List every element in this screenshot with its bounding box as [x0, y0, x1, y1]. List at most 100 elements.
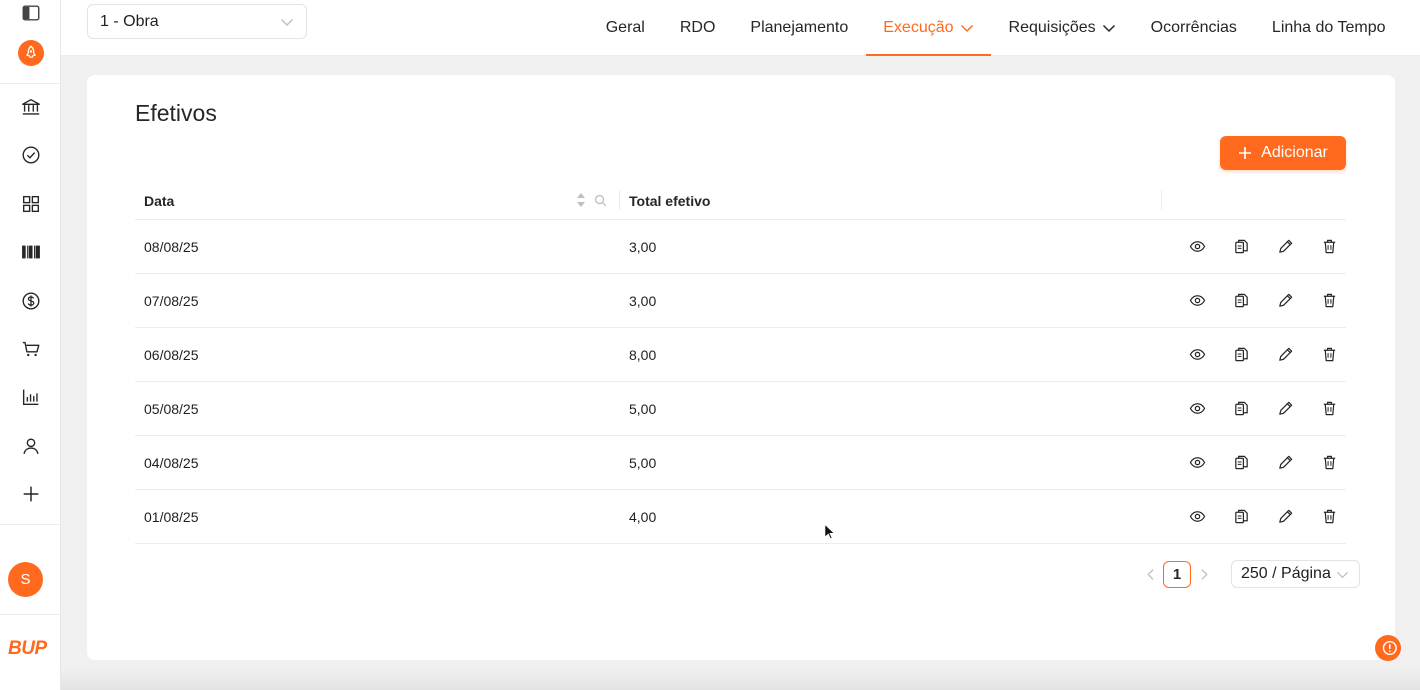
table-body: 08/08/25 3,00 07/08/25 3,00 06/08/25 8,00 05/0… — [135, 220, 1346, 544]
delete-button[interactable] — [1307, 232, 1351, 262]
column-header-total[interactable]: Total efetivo — [629, 181, 710, 220]
sidebar-item-stock[interactable] — [0, 232, 61, 272]
cell-total: 5,00 — [629, 400, 657, 417]
copy-icon — [1234, 347, 1248, 362]
nav-tab-ocorrencias[interactable]: Ocorrências — [1133, 0, 1254, 56]
nav-tab-linha-do-tempo[interactable]: Linha do Tempo — [1254, 0, 1403, 56]
delete-button[interactable] — [1307, 394, 1351, 424]
duplicate-button[interactable] — [1219, 394, 1263, 424]
edit-button[interactable] — [1263, 232, 1307, 262]
delete-button[interactable] — [1307, 340, 1351, 370]
barcode-icon — [21, 245, 40, 259]
table-row: 06/08/25 8,00 — [135, 328, 1346, 382]
edit-button[interactable] — [1263, 502, 1307, 532]
nav-tab-requisicoes[interactable]: Requisições — [991, 0, 1133, 56]
sidebar-item-purchases[interactable] — [0, 329, 61, 369]
duplicate-button[interactable] — [1219, 286, 1263, 316]
content-card: Efetivos Adicionar Data Total efetivo 08… — [87, 75, 1395, 660]
edit-icon — [1278, 239, 1292, 253]
view-button[interactable] — [1175, 340, 1219, 370]
cell-date: 06/08/25 — [144, 346, 199, 363]
column-tools — [576, 191, 607, 212]
view-button[interactable] — [1175, 286, 1219, 316]
page-1-button[interactable]: 1 — [1163, 560, 1191, 588]
toggle-sidebar-button[interactable] — [0, 0, 61, 26]
sort-icon[interactable] — [576, 191, 586, 212]
view-button[interactable] — [1175, 448, 1219, 478]
sidebar-item-bank[interactable] — [0, 87, 61, 127]
copy-icon — [1234, 401, 1248, 416]
cell-total: 8,00 — [629, 346, 657, 363]
project-select[interactable]: 1 - Obra — [87, 4, 307, 39]
help-alert-button[interactable] — [1375, 635, 1401, 661]
delete-button[interactable] — [1307, 448, 1351, 478]
duplicate-button[interactable] — [1219, 232, 1263, 262]
prev-page-button[interactable] — [1138, 560, 1162, 588]
delete-button[interactable] — [1307, 286, 1351, 316]
nav-tab-planejamento[interactable]: Planejamento — [733, 0, 866, 56]
sidebar: S BUP — [0, 0, 61, 690]
sidebar-item-finance[interactable] — [0, 281, 61, 321]
row-actions — [1175, 274, 1351, 327]
eye-icon — [1189, 457, 1205, 468]
nav-tab-execucao[interactable]: Execução — [865, 0, 992, 56]
search-icon[interactable] — [594, 194, 607, 210]
duplicate-button[interactable] — [1219, 448, 1263, 478]
sidebar-item-users[interactable] — [0, 426, 61, 466]
user-avatar[interactable]: S — [8, 562, 43, 597]
nav-tab-label: Ocorrências — [1150, 19, 1237, 36]
sidebar-toggle-icon — [22, 5, 39, 21]
dollar-circle-icon — [22, 292, 39, 310]
next-page-button[interactable] — [1192, 560, 1216, 588]
view-button[interactable] — [1175, 394, 1219, 424]
delete-button[interactable] — [1307, 502, 1351, 532]
edit-button[interactable] — [1263, 340, 1307, 370]
copy-icon — [1234, 293, 1248, 308]
page-size-select[interactable]: 250 / Página — [1231, 560, 1360, 588]
row-actions — [1175, 436, 1351, 489]
cell-date: 04/08/25 — [144, 454, 199, 471]
delete-icon — [1323, 509, 1335, 524]
main-nav: Geral RDO Planejamento Execução Requisições O… — [588, 0, 1403, 56]
brand-logo: BUP — [8, 638, 47, 659]
nav-tab-label: Geral — [605, 19, 645, 36]
edit-button[interactable] — [1263, 448, 1307, 478]
sidebar-item-tasks[interactable] — [0, 135, 61, 175]
sidebar-item-apps[interactable] — [0, 184, 61, 224]
sidebar-item-reports[interactable] — [0, 377, 61, 417]
nav-tab-label: Execução — [883, 19, 954, 36]
app-logo-button[interactable] — [0, 33, 61, 73]
row-actions — [1175, 382, 1351, 435]
nav-tab-rdo[interactable]: RDO — [662, 0, 733, 56]
delete-icon — [1323, 293, 1335, 308]
chevron-right-icon — [1200, 568, 1208, 580]
rocket-icon — [17, 40, 44, 66]
view-button[interactable] — [1175, 502, 1219, 532]
edit-icon — [1278, 347, 1292, 361]
view-button[interactable] — [1175, 232, 1219, 262]
edit-button[interactable] — [1263, 286, 1307, 316]
delete-icon — [1323, 239, 1335, 254]
column-header-data[interactable]: Data — [144, 181, 174, 220]
duplicate-button[interactable] — [1219, 502, 1263, 532]
bottom-strip — [61, 668, 1420, 690]
edit-icon — [1278, 401, 1292, 415]
cart-icon — [22, 341, 39, 357]
mouse-cursor-icon — [824, 523, 836, 546]
sidebar-item-add[interactable] — [0, 474, 61, 514]
table-row: 04/08/25 5,00 — [135, 436, 1346, 490]
add-button-label: Adicionar — [1261, 144, 1328, 161]
table-row: 01/08/25 4,00 — [135, 490, 1346, 544]
plus-icon — [1239, 147, 1252, 159]
cell-total: 4,00 — [629, 508, 657, 525]
nav-tab-geral[interactable]: Geral — [588, 0, 662, 56]
cell-total: 3,00 — [629, 292, 657, 309]
edit-button[interactable] — [1263, 394, 1307, 424]
cell-total: 3,00 — [629, 238, 657, 255]
row-actions — [1175, 328, 1351, 381]
duplicate-button[interactable] — [1219, 340, 1263, 370]
row-actions — [1175, 490, 1351, 543]
plus-icon — [23, 486, 38, 502]
nav-tab-label: RDO — [679, 19, 716, 36]
add-button[interactable]: Adicionar — [1220, 136, 1346, 170]
